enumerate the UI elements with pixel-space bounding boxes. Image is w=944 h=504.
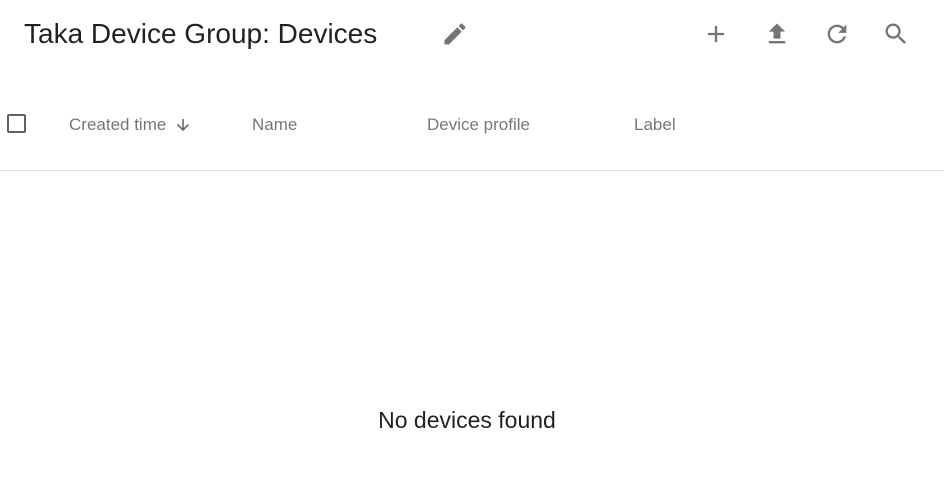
table-header-row: Created time Name Device profile Label (0, 80, 944, 171)
search-icon (885, 23, 906, 44)
upload-button[interactable] (757, 14, 797, 54)
select-all-checkbox[interactable] (7, 114, 26, 133)
toolbar: Taka Device Group: Devices (0, 0, 944, 68)
column-header-label: Name (252, 115, 298, 134)
column-header-device-profile[interactable]: Device profile (427, 115, 530, 135)
search-button[interactable] (876, 14, 916, 54)
upload-icon (768, 23, 786, 44)
edit-button[interactable] (435, 14, 475, 54)
add-button[interactable] (696, 14, 736, 54)
page-title: Taka Device Group: Devices (24, 18, 378, 49)
add-icon (707, 25, 725, 43)
arrow-down-icon (174, 116, 192, 134)
refresh-button[interactable] (817, 14, 857, 54)
column-header-label: Device profile (427, 115, 530, 134)
column-header-created-time[interactable]: Created time (69, 115, 192, 135)
empty-state-message: No devices found (378, 407, 556, 433)
column-header-label: Label (634, 115, 676, 134)
refresh-icon (827, 24, 847, 44)
column-header-label-col[interactable]: Label (634, 115, 676, 135)
column-header-label: Created time (69, 115, 167, 134)
edit-icon (444, 23, 466, 45)
device-group-devices-page: Taka Device Group: Devices Created time … (0, 0, 944, 504)
column-header-name[interactable]: Name (252, 115, 297, 135)
